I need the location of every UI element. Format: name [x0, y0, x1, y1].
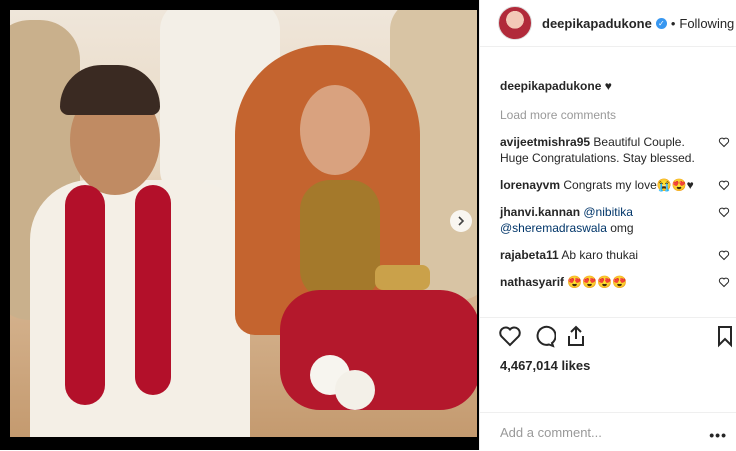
comment-icon[interactable] [532, 324, 556, 348]
following-button[interactable]: Following [679, 16, 734, 31]
verified-badge-icon: ✓ [655, 17, 667, 29]
more-options-button[interactable]: ••• [709, 427, 727, 443]
photo-bride-jewelry [300, 180, 380, 300]
photo-puja-thali [375, 265, 430, 290]
photo-garland-left [65, 185, 105, 405]
post-header: deepikapadukone ✓ • Following [480, 0, 736, 47]
comment-item: rajabeta11 Ab karo thukai [500, 247, 730, 263]
header-username[interactable]: deepikapadukone [542, 16, 652, 31]
photo-garland-right [135, 185, 171, 395]
likes-count[interactable]: 4,467,014 likes [500, 358, 590, 373]
comment-username[interactable]: jhanvi.kannan [500, 205, 580, 219]
add-comment-bar: Add a comment... ••• [480, 412, 736, 451]
heart-icon[interactable] [498, 324, 522, 348]
post-photo[interactable] [10, 10, 477, 437]
comment-username[interactable]: lorenayvm [500, 178, 560, 192]
comment-item: jhanvi.kannan @nibitika @sheremadraswala… [500, 204, 730, 236]
avatar[interactable] [498, 6, 532, 40]
comment-like-heart-icon[interactable] [718, 136, 730, 148]
comment-text: Ab karo thukai [561, 248, 639, 262]
comment-item: lorenayvm Congrats my love😭😍♥ [500, 177, 730, 193]
add-comment-input[interactable]: Add a comment... [500, 425, 602, 440]
comment-like-heart-icon[interactable] [718, 276, 730, 288]
comment-text: Congrats my love😭😍♥ [563, 178, 694, 192]
post-caption: deepikapadukone ♥ [500, 78, 730, 94]
comment-like-heart-icon[interactable] [718, 206, 730, 218]
comment-item: avijeetmishra95 Beautiful Couple. Huge C… [500, 134, 730, 166]
post-photo-area [0, 0, 479, 450]
comment-mention[interactable]: @nibitika [583, 205, 633, 219]
comment-username[interactable]: avijeetmishra95 [500, 135, 590, 149]
photo-rose-2 [335, 370, 375, 410]
post-actions-bar [480, 317, 736, 358]
comment-text: omg [610, 221, 634, 235]
comment-like-heart-icon[interactable] [718, 179, 730, 191]
comments-section: deepikapadukone ♥ Load more comments avi… [500, 78, 730, 290]
photo-bride-lehenga [280, 290, 477, 410]
next-photo-button[interactable] [450, 210, 472, 232]
caption-username[interactable]: deepikapadukone [500, 79, 601, 93]
post-sidebar: deepikapadukone ✓ • Following deepikapad… [479, 0, 736, 450]
comment-item: nathasyarif 😍😍😍😍 [500, 274, 730, 290]
photo-bride-face [300, 85, 370, 175]
comment-mention[interactable]: @sheremadraswala [500, 221, 607, 235]
share-icon[interactable] [564, 324, 588, 348]
header-separator: • [670, 15, 676, 31]
bookmark-icon[interactable] [713, 324, 736, 348]
comment-like-heart-icon[interactable] [718, 249, 730, 261]
load-more-comments-button[interactable]: Load more comments [500, 107, 730, 123]
comment-text: 😍😍😍😍 [567, 275, 628, 289]
comment-username[interactable]: nathasyarif [500, 275, 564, 289]
caption-text: ♥ [604, 79, 612, 93]
comment-username[interactable]: rajabeta11 [500, 248, 559, 262]
chevron-right-icon [458, 216, 465, 226]
